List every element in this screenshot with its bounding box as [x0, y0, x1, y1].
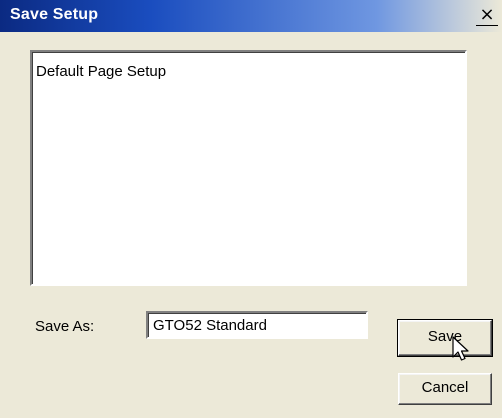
- setup-list[interactable]: Default Page Setup: [30, 50, 467, 286]
- title-bar[interactable]: Save Setup ×: [0, 0, 502, 32]
- close-icon[interactable]: ×: [476, 6, 498, 26]
- save-button[interactable]: Save: [397, 319, 493, 357]
- list-item[interactable]: Default Page Setup: [36, 62, 461, 81]
- save-setup-dialog: Save Setup × Default Page Setup Save As:…: [0, 0, 502, 418]
- save-as-input[interactable]: [146, 311, 368, 339]
- dialog-title: Save Setup: [10, 6, 99, 23]
- cancel-button[interactable]: Cancel: [398, 373, 492, 405]
- save-as-label: Save As:: [35, 318, 95, 335]
